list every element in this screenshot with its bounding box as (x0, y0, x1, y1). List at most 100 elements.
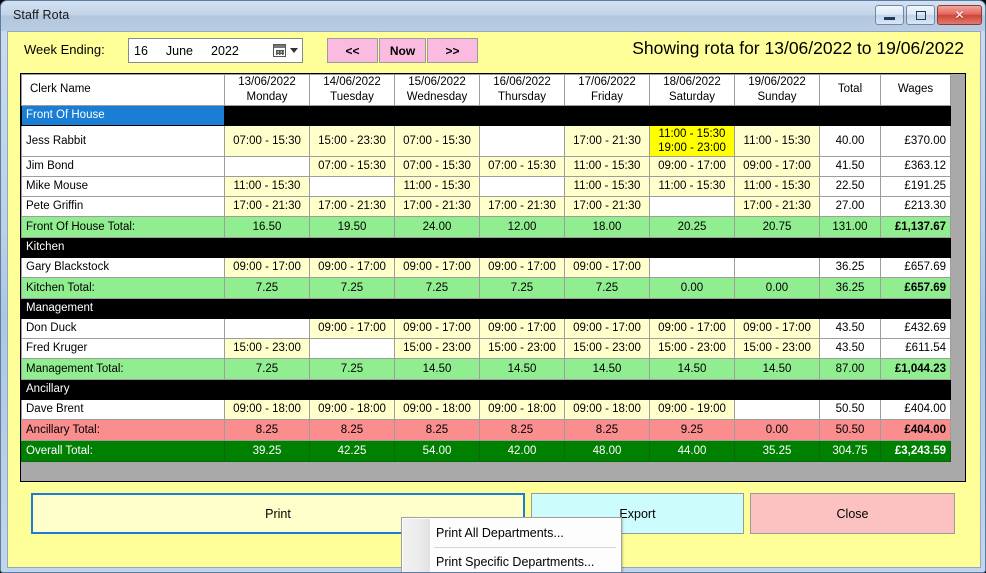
day-total-cell[interactable]: 7.25 (394, 276, 480, 299)
day-total-cell[interactable]: 14.50 (564, 357, 650, 380)
shift-cell[interactable]: 17:00 - 21:30 (564, 124, 650, 157)
day-total-cell[interactable]: 0.00 (734, 418, 820, 441)
shift-cell[interactable]: 11:00 - 15:30 (649, 175, 735, 197)
shift-cell[interactable]: 15:00 - 23:00 (649, 337, 735, 359)
shift-cell[interactable]: 11:00 - 15:30 (734, 175, 820, 197)
day-total-cell[interactable]: 8.25 (224, 418, 310, 441)
day-total-cell[interactable]: 7.25 (479, 276, 565, 299)
shift-cell[interactable]: 07:00 - 15:30 (479, 155, 565, 177)
day-total-cell[interactable]: 54.00 (394, 439, 480, 462)
day-total-cell[interactable]: 20.75 (734, 215, 820, 238)
total-row[interactable]: Management Total: 7.25 7.25 14.50 14.50 14.50… (21, 357, 951, 380)
shift-cell[interactable]: 09:00 - 17:00 (479, 256, 565, 278)
shift-cell[interactable]: 07:00 - 15:30 (394, 155, 480, 177)
day-total-cell[interactable]: 8.25 (564, 418, 650, 441)
empty-shift-cell[interactable] (734, 398, 820, 420)
column-header-day-2[interactable]: 15/06/2022 Wednesday (394, 74, 480, 106)
day-total-cell[interactable]: 19.50 (309, 215, 395, 238)
staff-row[interactable]: Mike Mouse 11:00 - 15:30 11:00 - 15:30 11… (21, 175, 951, 197)
shift-cell[interactable]: 11:00 - 15:30 (734, 124, 820, 157)
column-header-day-1[interactable]: 14/06/2022 Tuesday (309, 74, 395, 106)
column-header-total[interactable]: Total (819, 74, 881, 106)
shift-cell[interactable]: 09:00 - 17:00 (479, 317, 565, 339)
shift-cell[interactable]: 11:00 - 15:30 (394, 175, 480, 197)
day-total-cell[interactable]: 14.50 (479, 357, 565, 380)
shift-cell[interactable]: 09:00 - 18:00 (309, 398, 395, 420)
shift-cell[interactable]: 09:00 - 19:00 (649, 398, 735, 420)
day-total-cell[interactable]: 9.25 (649, 418, 735, 441)
shift-cell[interactable]: 09:00 - 17:00 (734, 155, 820, 177)
staff-row[interactable]: Dave Brent 09:00 - 18:00 09:00 - 18:00 09:0… (21, 398, 951, 420)
shift-cell[interactable]: 09:00 - 17:00 (309, 317, 395, 339)
shift-cell[interactable]: 07:00 - 15:30 (224, 124, 310, 157)
shift-cell[interactable]: 17:00 - 21:30 (479, 195, 565, 217)
empty-shift-cell[interactable] (224, 317, 310, 339)
shift-cell[interactable]: 17:00 - 21:30 (734, 195, 820, 217)
shift-cell[interactable]: 09:00 - 17:00 (394, 256, 480, 278)
shift-cell[interactable]: 09:00 - 17:00 (649, 155, 735, 177)
column-header-day-5[interactable]: 18/06/2022 Saturday (649, 74, 735, 106)
shift-cell[interactable]: 11:00 - 15:30 (224, 175, 310, 197)
week-ending-date-picker[interactable]: 16 June 2022 (128, 38, 303, 63)
close-button[interactable]: Close (750, 493, 955, 534)
shift-cell[interactable]: 09:00 - 18:00 (224, 398, 310, 420)
minimize-button[interactable] (875, 5, 904, 25)
day-total-cell[interactable]: 42.00 (479, 439, 565, 462)
shift-cell[interactable]: 17:00 - 21:30 (224, 195, 310, 217)
department-header-row[interactable]: Front Of House (21, 104, 951, 126)
shift-cell[interactable]: 11:00 - 15:30 (564, 155, 650, 177)
menu-item-print-all-departments[interactable]: Print All Departments... (430, 519, 620, 546)
maximize-button[interactable] (906, 5, 935, 25)
day-total-cell[interactable]: 7.25 (564, 276, 650, 299)
empty-shift-cell[interactable] (734, 256, 820, 278)
column-header-day-0[interactable]: 13/06/2022 Monday (224, 74, 310, 106)
day-total-cell[interactable]: 7.25 (309, 357, 395, 380)
department-header-row[interactable]: Management (21, 297, 951, 319)
shift-cell[interactable]: 09:00 - 17:00 (564, 317, 650, 339)
shift-cell[interactable]: 17:00 - 21:30 (309, 195, 395, 217)
empty-shift-cell[interactable] (479, 175, 565, 197)
menu-item-print-specific-departments[interactable]: Print Specific Departments... (430, 548, 620, 572)
day-total-cell[interactable]: 7.25 (309, 276, 395, 299)
day-total-cell[interactable]: 14.50 (394, 357, 480, 380)
staff-row[interactable]: Fred Kruger 15:00 - 23:00 15:00 - 23:00 15… (21, 337, 951, 359)
day-total-cell[interactable]: 42.25 (309, 439, 395, 462)
rota-grid[interactable]: Clerk Name 13/06/2022 Monday 14/06/2022 Tues… (20, 73, 966, 482)
staff-row[interactable]: Jim Bond 07:00 - 15:30 07:00 - 15:30 07:00… (21, 155, 951, 177)
shift-cell[interactable]: 15:00 - 23:00 (224, 337, 310, 359)
day-total-cell[interactable]: 7.25 (224, 357, 310, 380)
column-header-day-3[interactable]: 16/06/2022 Thursday (479, 74, 565, 106)
shift-cell[interactable]: 09:00 - 17:00 (734, 317, 820, 339)
total-row[interactable]: Kitchen Total: 7.25 7.25 7.25 7.25 7.25 0.00 0.… (21, 276, 951, 299)
day-total-cell[interactable]: 24.00 (394, 215, 480, 238)
total-row[interactable]: Overall Total: 39.25 42.25 54.00 42.00 48.00 4… (21, 439, 951, 462)
day-total-cell[interactable]: 8.25 (479, 418, 565, 441)
shift-cell[interactable]: 15:00 - 23:00 (479, 337, 565, 359)
shift-cell[interactable]: 17:00 - 21:30 (564, 195, 650, 217)
shift-cell[interactable]: 09:00 - 17:00 (564, 256, 650, 278)
column-header-wages[interactable]: Wages (880, 74, 951, 106)
day-total-cell[interactable]: 0.00 (649, 276, 735, 299)
empty-shift-cell[interactable] (649, 195, 735, 217)
day-total-cell[interactable]: 14.50 (649, 357, 735, 380)
total-row[interactable]: Ancillary Total: 8.25 8.25 8.25 8.25 8.25 9.25… (21, 418, 951, 441)
chevron-down-icon[interactable] (290, 48, 298, 53)
day-total-cell[interactable]: 35.25 (734, 439, 820, 462)
shift-cell[interactable]: 09:00 - 17:00 (649, 317, 735, 339)
shift-cell[interactable]: 09:00 - 17:00 (224, 256, 310, 278)
staff-row[interactable]: Gary Blackstock 09:00 - 17:00 09:00 - 17:0… (21, 256, 951, 278)
department-header-row[interactable]: Kitchen (21, 236, 951, 258)
empty-shift-cell[interactable] (649, 256, 735, 278)
shift-cell[interactable]: 15:00 - 23:00 (394, 337, 480, 359)
staff-row[interactable]: Pete Griffin 17:00 - 21:30 17:00 - 21:30 17… (21, 195, 951, 217)
previous-week-button[interactable]: << (327, 38, 378, 63)
shift-cell[interactable]: 15:00 - 23:30 (309, 124, 395, 157)
day-total-cell[interactable]: 8.25 (394, 418, 480, 441)
shift-cell[interactable]: 09:00 - 18:00 (394, 398, 480, 420)
empty-shift-cell[interactable] (224, 155, 310, 177)
next-week-button[interactable]: >> (427, 38, 478, 63)
empty-shift-cell[interactable] (309, 175, 395, 197)
day-total-cell[interactable]: 44.00 (649, 439, 735, 462)
column-header-day-6[interactable]: 19/06/2022 Sunday (734, 74, 820, 106)
shift-cell[interactable]: 11:00 - 15:30 (564, 175, 650, 197)
